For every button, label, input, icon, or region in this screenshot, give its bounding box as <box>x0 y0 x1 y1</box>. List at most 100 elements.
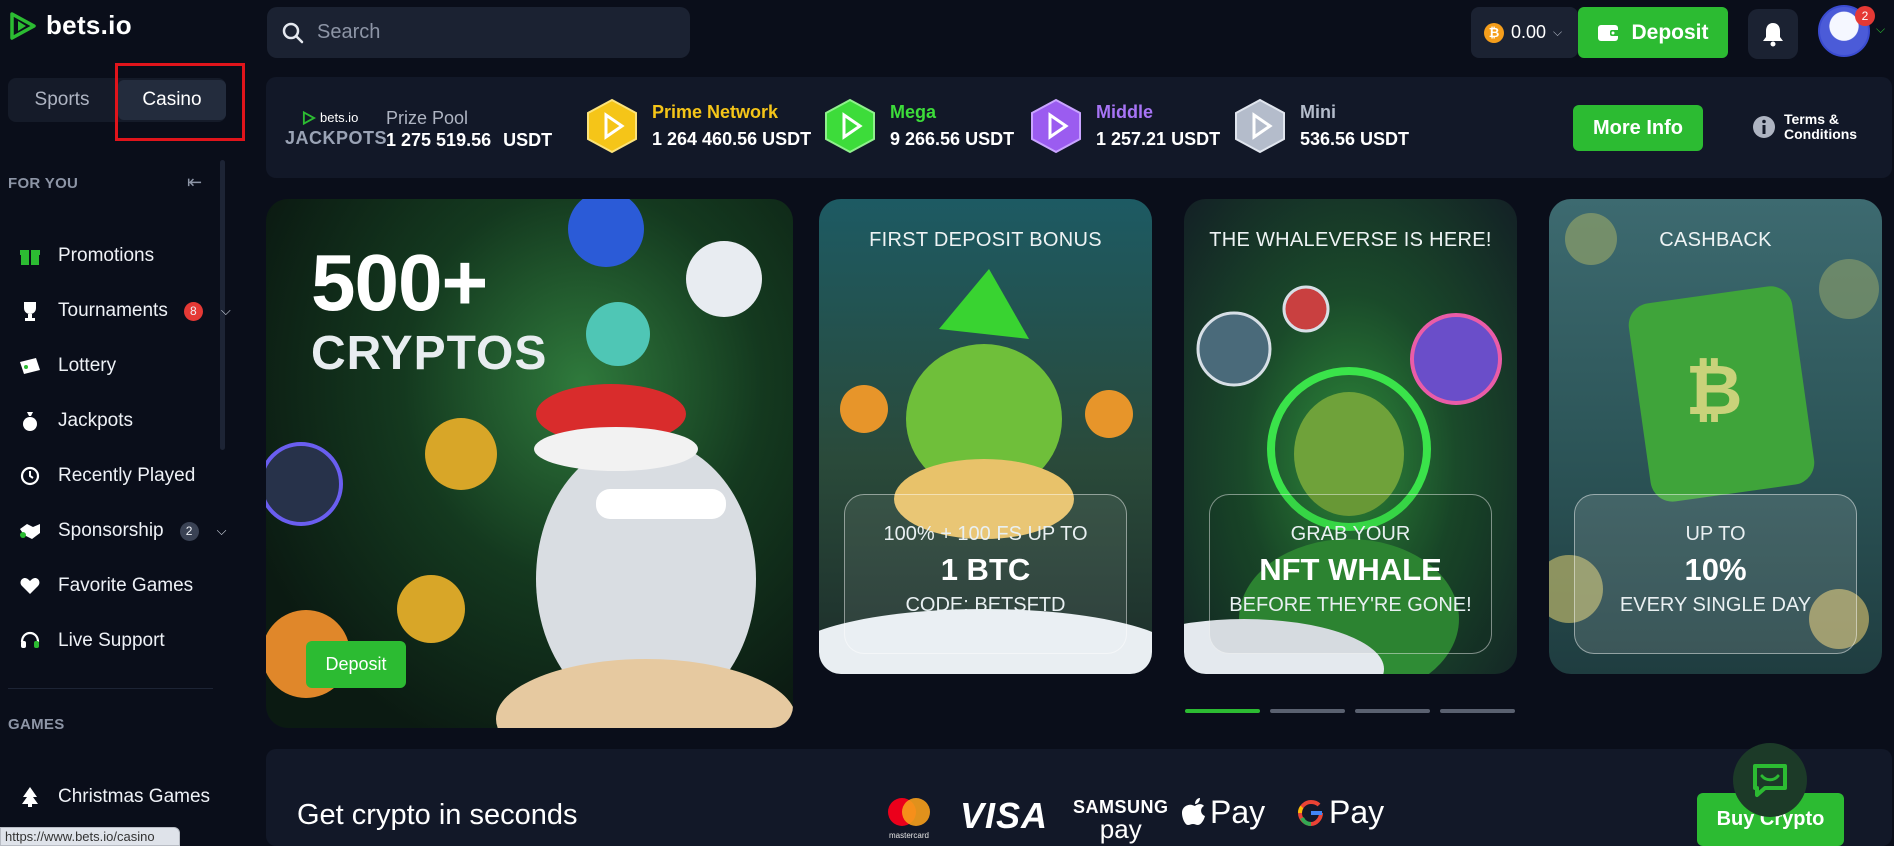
promo-card-cashback[interactable]: ₿ CASHBACK UP TO 10% EVERY SINGLE DAY <box>1549 199 1882 674</box>
more-info-button[interactable]: More Info <box>1573 105 1703 151</box>
logo-text: bets.io <box>46 10 132 40</box>
tier-value: 536.56 USDT <box>1300 129 1410 149</box>
promo-card-first-deposit[interactable]: FIRST DEPOSIT BONUS 100% + 100 FS UP TO … <box>819 199 1152 674</box>
mastercard-logo: mastercard <box>885 797 933 840</box>
section-games: GAMES <box>8 716 65 733</box>
sidebar-item-recently-played[interactable]: Recently Played <box>16 456 195 496</box>
sidebar-item-live-support[interactable]: Live Support <box>16 621 165 661</box>
section-for-you: FOR YOU <box>8 175 79 192</box>
search-icon <box>282 22 304 43</box>
carousel-dot[interactable] <box>1270 709 1345 713</box>
mega-gem-icon <box>825 98 875 154</box>
live-chat-button[interactable] <box>1733 743 1807 817</box>
carousel-dot[interactable] <box>1355 709 1430 713</box>
offer-line1: 100% + 100 FS UP TO <box>883 523 1088 545</box>
terms-link[interactable]: Terms & Conditions <box>1752 112 1857 142</box>
bell-icon <box>1763 23 1783 47</box>
divider <box>8 688 213 689</box>
prize-pool: 1 275 519.56 USDT <box>386 130 552 151</box>
ticket-icon <box>16 354 44 378</box>
tier-value: 9 266.56 USDT <box>890 129 1015 149</box>
tier-name: Prime Network <box>652 102 779 122</box>
sidebar-item-favorite-games[interactable]: Favorite Games <box>16 566 193 606</box>
hero-sub-text: CRYPTOS <box>311 327 548 380</box>
chevron-down-icon[interactable]: ⌵ <box>221 303 231 319</box>
chevron-down-icon: ⌵ <box>1553 25 1563 39</box>
logo-icon <box>10 11 36 40</box>
sidebar-item-christmas-games[interactable]: Christmas Games <box>16 777 210 817</box>
offer-line3: CODE: BETSFTD <box>905 594 1066 616</box>
tier-name: Mini <box>1300 102 1336 122</box>
sidebar-item-lottery[interactable]: Lottery <box>16 346 116 386</box>
chevron-down-icon[interactable]: ⌵ <box>217 523 227 539</box>
money-bag-icon <box>16 409 44 433</box>
middle-gem-icon <box>1031 98 1081 154</box>
chevron-down-icon[interactable]: ⌵ <box>1876 22 1885 37</box>
jackpot-tier-prime-network: Prime Network 1 264 460.56 USDT <box>652 102 811 150</box>
card-offer-panel: UP TO 10% EVERY SINGLE DAY <box>1574 494 1857 654</box>
promo-hero-card[interactable]: 500+ CRYPTOS Deposit <box>266 199 793 728</box>
samsung-pay-logo: SAMSUNG pay <box>1073 796 1169 844</box>
card-title: CASHBACK <box>1659 229 1772 251</box>
sidebar-item-label: Tournaments <box>58 300 168 321</box>
deposit-button[interactable]: Deposit <box>1578 7 1728 58</box>
carousel-pagination <box>1185 709 1515 713</box>
sidebar-item-label: Favorite Games <box>58 575 194 596</box>
count-badge: 2 <box>179 521 199 541</box>
sidebar-item-tournaments[interactable]: Tournaments 8 ⌵ <box>16 291 231 331</box>
card-offer-panel: 100% + 100 FS UP TO 1 BTC CODE: BETSFTD <box>844 494 1127 654</box>
jackpot-brand-label: JACKPOTS <box>285 128 388 148</box>
card-title: THE WHALEVERSE IS HERE! <box>1209 229 1492 251</box>
google-pay-text: Pay <box>1329 794 1385 830</box>
carousel-dot[interactable] <box>1185 709 1260 713</box>
sidebar-item-label: Jackpots <box>58 410 133 431</box>
jackpot-brand-small: bets.io <box>320 110 359 125</box>
apple-icon <box>1182 797 1205 825</box>
offer-line2: 1 BTC <box>940 552 1031 587</box>
samsung-bottom: pay <box>1099 814 1142 844</box>
card-offer-panel: GRAB YOUR NFT WHALE BEFORE THEY'RE GONE! <box>1209 494 1492 654</box>
sidebar-item-promotions[interactable]: Promotions <box>16 236 154 276</box>
prime-network-gem-icon <box>587 98 637 154</box>
notifications-button[interactable] <box>1748 9 1798 59</box>
offer-line2: NFT WHALE <box>1259 552 1442 587</box>
brand-logo[interactable]: bets.io <box>8 10 132 41</box>
jackpot-tier-mega: Mega 9 266.56 USDT <box>890 102 1014 150</box>
handshake-icon <box>16 519 44 543</box>
promo-card-whaleverse[interactable]: THE WHALEVERSE IS HERE! GRAB YOUR NFT WH… <box>1184 199 1517 674</box>
deposit-label: Deposit <box>1631 20 1709 44</box>
sidebar-item-label: Christmas Games <box>58 786 211 807</box>
search-input[interactable] <box>317 21 677 44</box>
sidebar-item-label: Promotions <box>58 245 155 266</box>
search-bar[interactable] <box>267 7 690 58</box>
tier-name: Mega <box>890 102 937 122</box>
logo-icon <box>302 110 316 125</box>
terms-line1: Terms & <box>1784 111 1839 127</box>
christmas-tree-icon <box>16 785 44 809</box>
card-title: FIRST DEPOSIT BONUS <box>869 229 1102 251</box>
bitcoin-icon: ₿ <box>1484 22 1504 43</box>
google-g-icon <box>1297 799 1323 826</box>
chat-icon <box>1753 764 1787 797</box>
sidebar-item-jackpots[interactable]: Jackpots <box>16 401 133 441</box>
wallet-icon <box>1598 24 1621 41</box>
carousel-dot[interactable] <box>1440 709 1515 713</box>
hero-deposit-button[interactable]: Deposit <box>306 641 406 688</box>
balance-selector[interactable]: ₿ 0.00 ⌵ <box>1471 7 1578 58</box>
visa-logo: VISA <box>960 795 1049 836</box>
info-icon <box>1753 116 1775 138</box>
tier-value: 1 257.21 USDT <box>1096 129 1221 149</box>
sidebar-item-label: Recently Played <box>58 465 196 486</box>
sports-tab[interactable]: Sports <box>8 78 116 122</box>
offer-line1: UP TO <box>1685 523 1746 545</box>
jackpot-brand: bets.io <box>302 110 358 125</box>
sidebar-item-sponsorship[interactable]: Sponsorship 2 ⌵ <box>16 511 226 551</box>
sidebar-item-label: Lottery <box>58 355 117 376</box>
sidebar-item-label: Sponsorship <box>58 520 164 541</box>
status-bar-url: https://www.bets.io/casino <box>0 827 180 846</box>
collapse-sidebar-icon[interactable]: ⇤ <box>187 172 202 193</box>
terms-line2: Conditions <box>1784 126 1858 142</box>
headset-icon <box>16 629 44 653</box>
balance-value: 0.00 <box>1511 22 1547 42</box>
apple-pay-text: Pay <box>1210 794 1266 830</box>
